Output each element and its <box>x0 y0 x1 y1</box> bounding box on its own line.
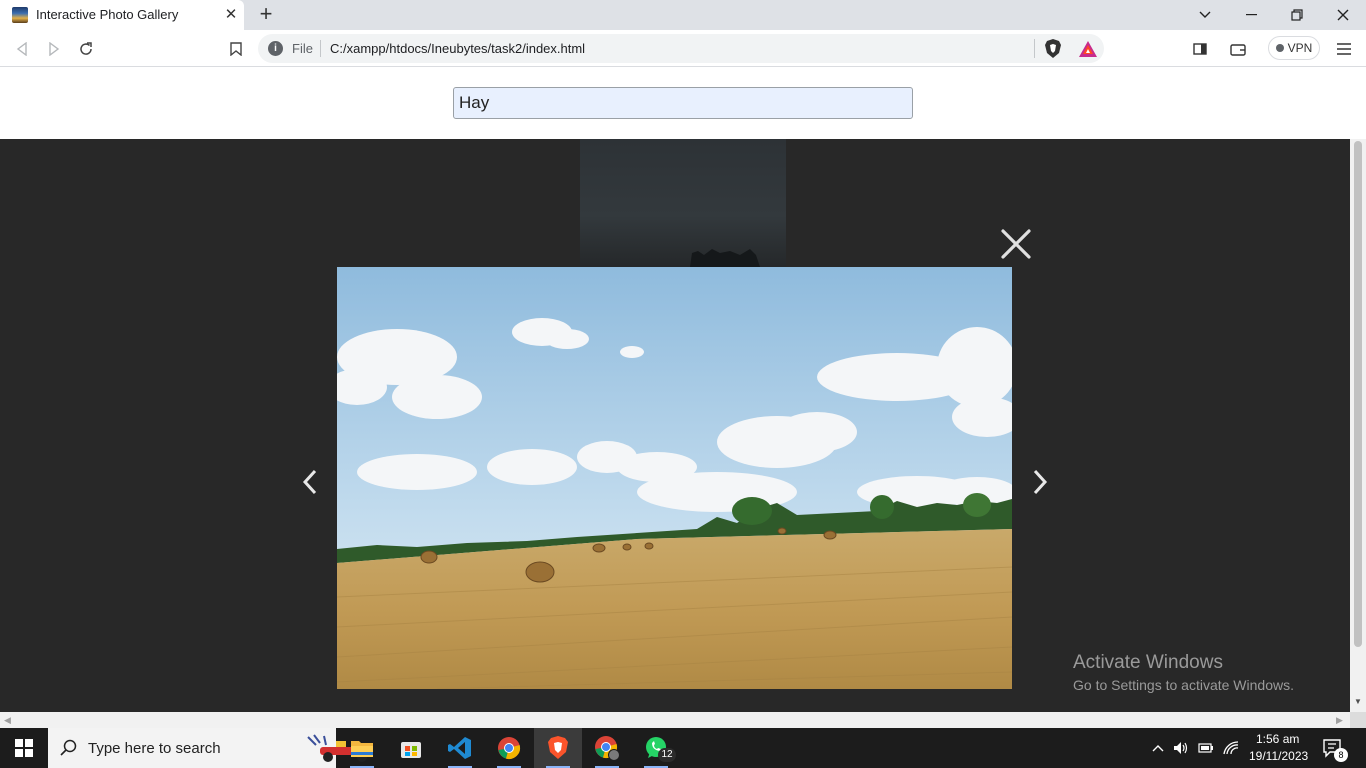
whatsapp-badge: 12 <box>658 748 676 762</box>
vpn-button[interactable]: VPN <box>1268 36 1320 60</box>
brave-shields-icon[interactable] <box>1043 39 1063 59</box>
address-separator <box>1034 39 1035 58</box>
search-icon <box>60 739 77 756</box>
taskbar-file-explorer[interactable] <box>338 728 386 768</box>
menu-icon[interactable] <box>1334 39 1354 59</box>
taskbar-whatsapp[interactable]: 12 <box>632 728 680 768</box>
taskbar-search[interactable]: Type here to search <box>48 728 367 768</box>
gallery-favicon-icon <box>12 7 28 23</box>
battery-icon[interactable] <box>1198 740 1214 756</box>
scroll-left-icon[interactable]: ◀ <box>4 715 11 726</box>
folder-icon <box>351 741 373 757</box>
windows-logo-icon <box>15 739 33 757</box>
taskbar-brave[interactable] <box>534 728 582 768</box>
minimize-icon[interactable] <box>1228 0 1274 30</box>
address-scheme: File <box>292 41 313 56</box>
lightbox-photo <box>337 267 1012 689</box>
prev-arrow-icon[interactable] <box>300 467 320 497</box>
vertical-scroll-thumb[interactable] <box>1354 141 1362 647</box>
windows-taskbar: Type here to search 12 1:56 am 19/11/202… <box>0 728 1366 768</box>
browser-toolbar: i File C:/xampp/htdocs/Ineubytes/task2/i… <box>0 30 1366 67</box>
browser-tab[interactable]: Interactive Photo Gallery ✕ <box>0 0 244 30</box>
address-url[interactable]: C:/xampp/htdocs/Ineubytes/task2/index.ht… <box>330 41 585 56</box>
next-arrow-icon[interactable] <box>1030 467 1050 497</box>
clock-date[interactable]: 19/11/2023 <box>1249 749 1308 763</box>
scroll-down-icon[interactable]: ▼ <box>1354 697 1362 706</box>
new-tab-icon[interactable]: + <box>254 3 278 27</box>
chrome-profile-icon <box>595 736 620 761</box>
back-icon[interactable] <box>12 39 32 59</box>
gallery-header <box>0 67 1350 139</box>
start-button[interactable] <box>0 728 48 768</box>
wallet-icon[interactable] <box>1228 39 1248 59</box>
activate-windows-subtitle: Go to Settings to activate Windows. <box>1073 677 1294 693</box>
reload-icon[interactable] <box>76 39 96 59</box>
notification-count: 8 <box>1334 748 1348 762</box>
tab-close-icon[interactable]: ✕ <box>222 6 240 24</box>
activate-windows-title: Activate Windows <box>1073 652 1223 673</box>
close-icon[interactable] <box>999 227 1033 261</box>
show-hidden-icons-icon[interactable] <box>1150 740 1166 756</box>
vpn-label: VPN <box>1287 41 1313 55</box>
bookmark-icon[interactable] <box>226 39 246 59</box>
taskbar-microsoft-store[interactable] <box>387 728 435 768</box>
forward-icon[interactable] <box>44 39 64 59</box>
tab-strip: Interactive Photo Gallery ✕ + <box>0 0 1366 30</box>
scrollbar-corner <box>1350 712 1366 728</box>
taskbar-vs-code[interactable] <box>436 728 484 768</box>
close-window-icon[interactable] <box>1320 0 1366 30</box>
tab-title: Interactive Photo Gallery <box>36 7 179 22</box>
address-divider <box>320 40 321 57</box>
address-bar[interactable]: i File C:/xampp/htdocs/Ineubytes/task2/i… <box>258 34 1104 63</box>
vscode-icon <box>448 737 471 759</box>
horizontal-scrollbar[interactable]: ◀ ▶ <box>0 712 1350 728</box>
scroll-right-icon[interactable]: ▶ <box>1336 715 1343 726</box>
tab-search-icon[interactable] <box>1182 0 1228 30</box>
chrome-icon <box>498 737 521 760</box>
sidebar-icon[interactable] <box>1190 39 1210 59</box>
restore-icon[interactable] <box>1274 0 1320 30</box>
vertical-scrollbar[interactable]: ▼ <box>1350 139 1366 712</box>
lightbox-overlay[interactable]: Activate Windows Go to Settings to activ… <box>0 139 1350 712</box>
vpn-status-icon <box>1275 44 1284 52</box>
volume-icon[interactable] <box>1173 740 1189 756</box>
taskbar-chrome[interactable] <box>485 728 533 768</box>
search-input[interactable] <box>453 87 913 119</box>
background-thumbnail <box>580 139 786 267</box>
taskbar-search-placeholder: Type here to search <box>88 740 221 757</box>
taskbar-chrome-profile[interactable] <box>583 728 631 768</box>
brave-icon <box>548 736 568 759</box>
site-info-icon[interactable]: i <box>268 41 283 56</box>
network-icon[interactable] <box>1223 740 1239 756</box>
brave-rewards-icon[interactable] <box>1078 39 1098 59</box>
store-icon <box>401 742 421 758</box>
clock-time[interactable]: 1:56 am <box>1256 732 1299 746</box>
